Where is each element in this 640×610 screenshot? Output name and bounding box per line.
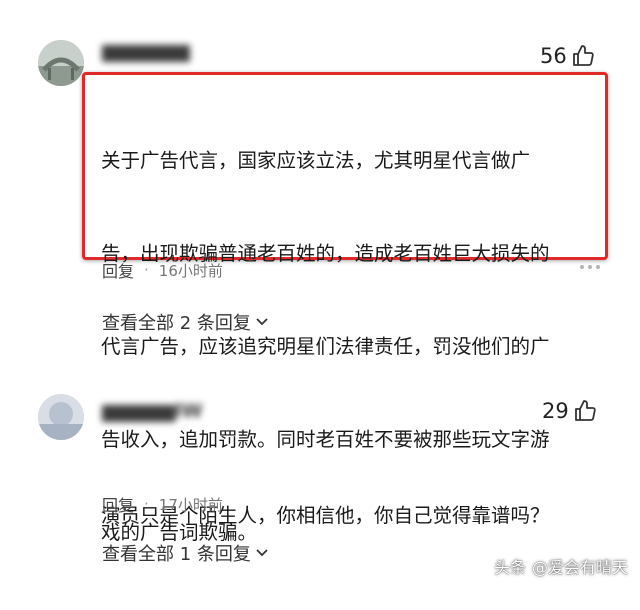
thumbs-up-icon [572,45,594,66]
separator-dot: · [144,261,149,279]
comment-line: 代言广告，应该追究明星们法律责任，罚没他们的广 [101,335,550,358]
like-button[interactable]: 29 [542,399,597,423]
avatar-image [38,40,84,86]
like-count: 29 [542,399,569,423]
comment-meta: 回复 · 16小时前 [102,258,223,282]
view-replies-button[interactable]: 查看全部 1 条回复 [102,540,269,566]
reply-button[interactable]: 回复 [102,492,134,516]
like-button[interactable]: 56 [540,44,595,68]
comment-1: ▆▆▆▆▆▆ 56 关于广告代言，国家应该立法，尤其明星代言做广 告，出现欺骗普… [0,0,640,544]
avatar-image [38,394,84,440]
watermark-author: @爱会有晴天 [531,558,628,577]
separator-dot: · [144,495,149,513]
timestamp: 16小时前 [158,261,223,280]
avatar[interactable] [38,40,84,86]
like-count: 56 [540,44,567,68]
view-replies-label: 查看全部 1 条回复 [102,544,251,565]
username[interactable]: ▆▆▆▆▆lW [102,400,203,422]
timestamp: 17小时前 [158,495,223,514]
comment-meta: 回复 · 17小时前 [102,492,223,516]
comment-line: 关于广告代言，国家应该立法，尤其明星代言做广 [101,149,531,172]
chevron-down-icon [256,549,268,557]
chevron-down-icon [256,318,268,326]
username[interactable]: ▆▆▆▆▆▆ [102,40,190,62]
thumbs-up-icon [574,400,596,421]
watermark: 头条 @爱会有晴天 [494,554,628,578]
view-replies-button[interactable]: 查看全部 2 条回复 [102,309,269,335]
more-options-icon[interactable] [580,265,600,271]
avatar[interactable] [38,394,84,440]
reply-button[interactable]: 回复 [102,258,134,282]
view-replies-label: 查看全部 2 条回复 [102,313,251,334]
watermark-platform: 头条 [493,558,526,577]
